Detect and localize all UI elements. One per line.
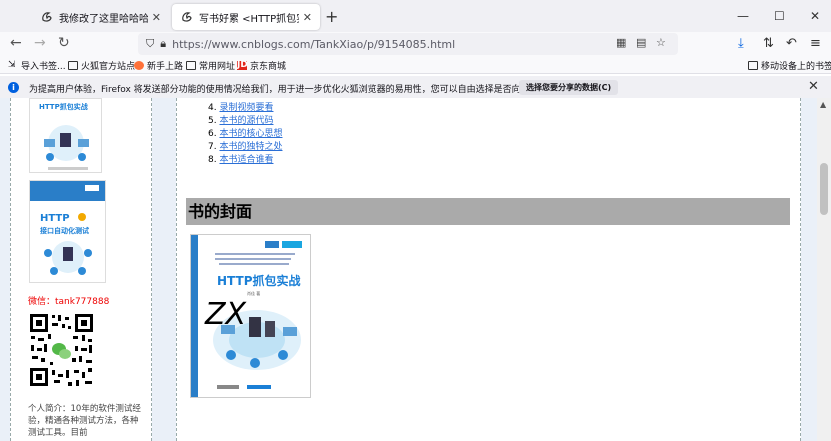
tab-close-icon[interactable]: ✕ — [152, 11, 161, 24]
folder-icon — [186, 61, 196, 70]
bookmark-getting-started[interactable]: 新手上路 — [134, 59, 183, 72]
download-icon[interactable]: ⤓ — [738, 36, 744, 51]
menu-icon[interactable]: ≡ — [810, 36, 821, 51]
share-data-button[interactable]: 选择您要分享的数据(C) — [519, 80, 619, 95]
toc-item[interactable]: 5. 本书的源代码 — [208, 115, 282, 128]
handwritten-annotation: ZX — [204, 297, 248, 332]
bookmark-label: 火狐官方站点 — [81, 62, 136, 72]
url-text[interactable]: https://www.cnblogs.com/TankXiao/p/91540… — [172, 38, 455, 51]
tab-inactive[interactable]: 我修改了这里哈哈哈哈哈哈 ✕ — [32, 4, 169, 30]
info-icon: i — [8, 82, 19, 93]
blog-sidebar: HTTP抓包实战 HTTP 接口自动化测试 微信：tank777888 个人简介… — [10, 98, 152, 441]
bookmark-star-icon[interactable]: ☆ — [656, 36, 666, 49]
book-image-api-testing[interactable]: HTTP 接口自动化测试 — [29, 180, 106, 283]
bookmark-label: 移动设备上的书签 — [761, 62, 831, 72]
window-close-icon[interactable]: ✕ — [810, 9, 820, 23]
tab-strip: 我修改了这里哈哈哈哈哈哈 ✕ 写书好累 <HTTP抓包实战>终于出版了 ✕ + … — [0, 0, 831, 32]
bookmark-label: 新手上路 — [147, 62, 184, 72]
page-scrollbar[interactable]: ▲ — [817, 98, 831, 441]
reader-view-icon[interactable]: ▤ — [636, 36, 646, 49]
book-cover-illustration: HTTP抓包实战 — [30, 99, 101, 172]
minimize-icon[interactable]: — — [737, 9, 749, 23]
notification-close-icon[interactable]: ✕ — [808, 79, 819, 94]
cover-author: 肖佳 著 — [247, 290, 260, 296]
bookmark-common-sites[interactable]: 常用网址 — [186, 59, 235, 72]
toc-item[interactable]: 4. 录制视频要看 — [208, 102, 282, 115]
scroll-up-icon[interactable]: ▲ — [820, 100, 826, 109]
book-title: HTTP — [40, 213, 70, 224]
tab-title: 我修改了这里哈哈哈哈哈哈 — [59, 13, 148, 25]
cover-title: HTTP抓包实战 — [217, 273, 301, 288]
bookmark-import[interactable]: ⇲ 导入书签... — [8, 59, 66, 73]
table-of-contents: 4. 录制视频要看 5. 本书的源代码 6. 本书的核心思想 7. 本书的独特之… — [208, 102, 282, 167]
toc-item[interactable]: 7. 本书的独特之处 — [208, 141, 282, 154]
bookmark-label: 京东商城 — [250, 62, 287, 72]
jd-icon: JD — [237, 60, 248, 70]
book-cover-illustration: HTTP 接口自动化测试 — [30, 181, 105, 282]
bookmark-firefox-site[interactable]: 火狐官方站点 — [68, 59, 135, 72]
book-cover-illustration: HTTP抓包实战 肖佳 著 ZX — [191, 235, 310, 397]
toc-link[interactable]: 录制视频要看 — [219, 103, 273, 113]
folder-icon — [748, 61, 758, 70]
section-heading: 书的封面 — [186, 198, 790, 225]
nav-bar: ← → ↻ ⛉ 🔒︎ https://www.cnblogs.com/TankX… — [0, 32, 831, 56]
toc-link[interactable]: 本书的独特之处 — [219, 142, 282, 152]
toc-item[interactable]: 8. 本书适合谁看 — [208, 154, 282, 167]
firefox-icon — [134, 61, 144, 70]
tab-close-icon[interactable]: ✕ — [303, 11, 312, 24]
qr-code-icon[interactable]: ▦ — [616, 36, 626, 49]
undo-icon[interactable]: ↶ — [786, 36, 797, 51]
shield-icon[interactable]: ⛉ — [146, 37, 154, 51]
import-icon: ⇲ — [8, 60, 16, 70]
book-subtitle: 接口自动化测试 — [40, 226, 89, 235]
book-cover-image: HTTP抓包实战 肖佳 著 ZX — [190, 234, 311, 398]
page-content: HTTP抓包实战 HTTP 接口自动化测试 微信：tank777888 个人简介… — [0, 98, 831, 441]
qr-code-image — [28, 312, 95, 388]
new-tab-icon[interactable]: + — [325, 7, 338, 26]
notification-bar: i 为提高用户体验，Firefox 将发送部分功能的使用情况给我们，用于进一步优… — [0, 76, 831, 98]
tab-title: 写书好累 <HTTP抓包实战>终于出版了 — [199, 13, 299, 25]
bookmark-label: 常用网址 — [199, 62, 236, 72]
toc-item[interactable]: 6. 本书的核心思想 — [208, 128, 282, 141]
favicon-icon — [42, 12, 52, 22]
favicon-icon — [182, 12, 192, 22]
folder-icon — [68, 61, 78, 70]
url-bar[interactable]: ⛉ 🔒︎ https://www.cnblogs.com/TankXiao/p/… — [138, 33, 678, 55]
bookmark-jd[interactable]: JD 京东商城 — [237, 59, 286, 72]
bookmarks-bar: ⇲ 导入书签... 火狐官方站点 新手上路 常用网址 JD 京东商城 移动设备上… — [0, 56, 831, 74]
toc-link[interactable]: 本书的核心思想 — [219, 129, 282, 139]
extensions-icon[interactable]: ⇅ — [763, 36, 774, 51]
reload-icon[interactable]: ↻ — [58, 35, 70, 51]
bookmark-label: 导入书签... — [21, 62, 66, 72]
maximize-icon[interactable]: ☐ — [774, 9, 785, 23]
forward-icon[interactable]: → — [34, 35, 46, 51]
book-image-http-capture[interactable]: HTTP抓包实战 — [29, 98, 102, 173]
book-title: HTTP抓包实战 — [39, 102, 88, 111]
blog-post-body: 4. 录制视频要看 5. 本书的源代码 6. 本书的核心思想 7. 本书的独特之… — [176, 98, 801, 441]
notification-text: 为提高用户体验，Firefox 将发送部分功能的使用情况给我们，用于进一步优化火… — [29, 85, 584, 95]
wechat-id: 微信：tank777888 — [28, 297, 110, 307]
toc-link[interactable]: 本书的源代码 — [219, 116, 273, 126]
back-icon[interactable]: ← — [10, 35, 22, 51]
author-intro: 个人简介：10年的软件测试经验，精通各种测试方法，各种测试工具。目前 — [28, 404, 141, 438]
tab-active[interactable]: 写书好累 <HTTP抓包实战>终于出版了 ✕ — [172, 4, 320, 30]
scrollbar-thumb[interactable] — [820, 163, 828, 215]
lock-icon[interactable]: 🔒︎ — [160, 37, 166, 51]
toc-link[interactable]: 本书适合谁看 — [219, 155, 273, 165]
bookmark-mobile[interactable]: 移动设备上的书签 — [748, 59, 831, 72]
